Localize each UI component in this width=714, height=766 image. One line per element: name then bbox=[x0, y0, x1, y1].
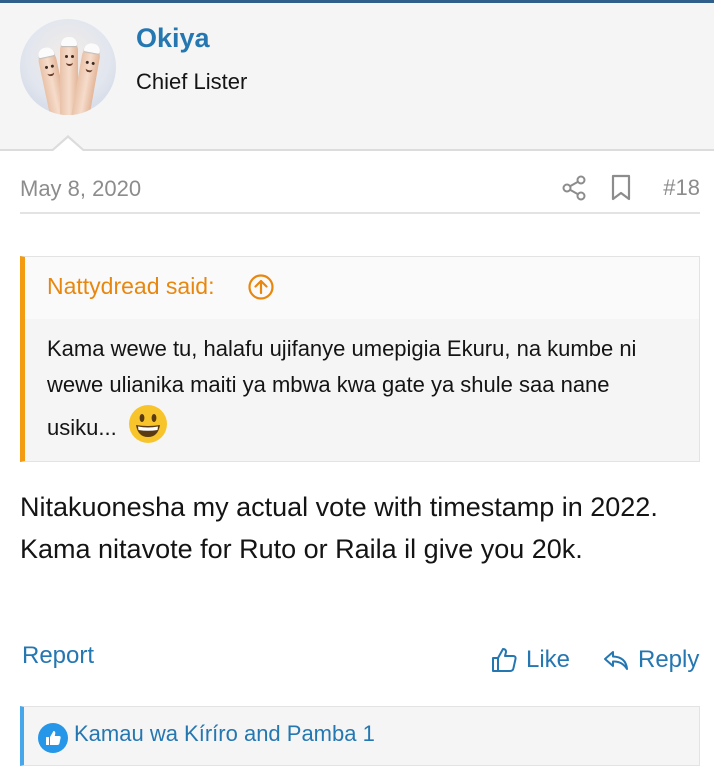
like-button[interactable]: Like bbox=[490, 642, 570, 678]
avatar-eye bbox=[91, 61, 95, 66]
report-button[interactable]: Report bbox=[22, 642, 94, 670]
post-number-link[interactable]: #18 bbox=[663, 175, 700, 201]
quote-header: Nattydread said: bbox=[25, 257, 699, 319]
bookmark-icon[interactable] bbox=[610, 174, 632, 202]
user-avatar[interactable] bbox=[20, 19, 116, 115]
post-body-text: Nitakuonesha my actual vote with timesta… bbox=[20, 492, 658, 564]
post-date-link[interactable]: May 8, 2020 bbox=[20, 176, 141, 202]
quote-block: Nattydread said: Kama wewe tu, halafu uj… bbox=[20, 256, 700, 462]
user-title: Chief Lister bbox=[136, 69, 248, 94]
thumbs-up-reaction-icon bbox=[38, 723, 68, 753]
reply-label: Reply bbox=[638, 646, 700, 673]
avatar-hat bbox=[61, 37, 77, 46]
avatar-eye bbox=[71, 55, 74, 58]
grinning-face-emoji-icon bbox=[128, 405, 167, 443]
quote-author-link[interactable]: Nattydread said: bbox=[47, 273, 214, 300]
like-label: Like bbox=[526, 646, 571, 673]
user-caret bbox=[52, 138, 84, 152]
share-icon[interactable] bbox=[560, 174, 588, 202]
arrow-up-circle-icon[interactable] bbox=[247, 273, 275, 301]
post-meta-row: May 8, 2020 #18 bbox=[20, 172, 700, 214]
avatar-eye bbox=[65, 55, 68, 58]
avatar-mouth bbox=[46, 70, 55, 77]
post-user-block: Okiya Chief Lister bbox=[0, 3, 714, 152]
avatar-mouth bbox=[85, 66, 93, 73]
avatar-mouth bbox=[66, 61, 73, 66]
reply-button[interactable]: Reply bbox=[602, 642, 699, 678]
reply-arrow-icon bbox=[604, 651, 628, 670]
username-link[interactable]: Okiya bbox=[136, 23, 210, 54]
avatar-eye bbox=[44, 65, 49, 70]
reactions-bar[interactable]: Kamau wa Kíríro and Pamba 1 bbox=[20, 706, 700, 766]
avatar-eye bbox=[50, 64, 55, 68]
avatar-eye bbox=[85, 60, 90, 65]
avatar-hat bbox=[83, 42, 101, 54]
quote-content: Kama wewe tu, halafu ujifanye umepigia E… bbox=[47, 331, 677, 446]
avatar-hat bbox=[37, 46, 55, 59]
post-actions-bar: Report Like Reply bbox=[20, 638, 700, 682]
thumbs-up-icon bbox=[492, 648, 517, 672]
thumbs-up-icon bbox=[46, 731, 61, 745]
reaction-users-link[interactable]: Kamau wa Kíríro and Pamba 1 bbox=[74, 721, 375, 747]
